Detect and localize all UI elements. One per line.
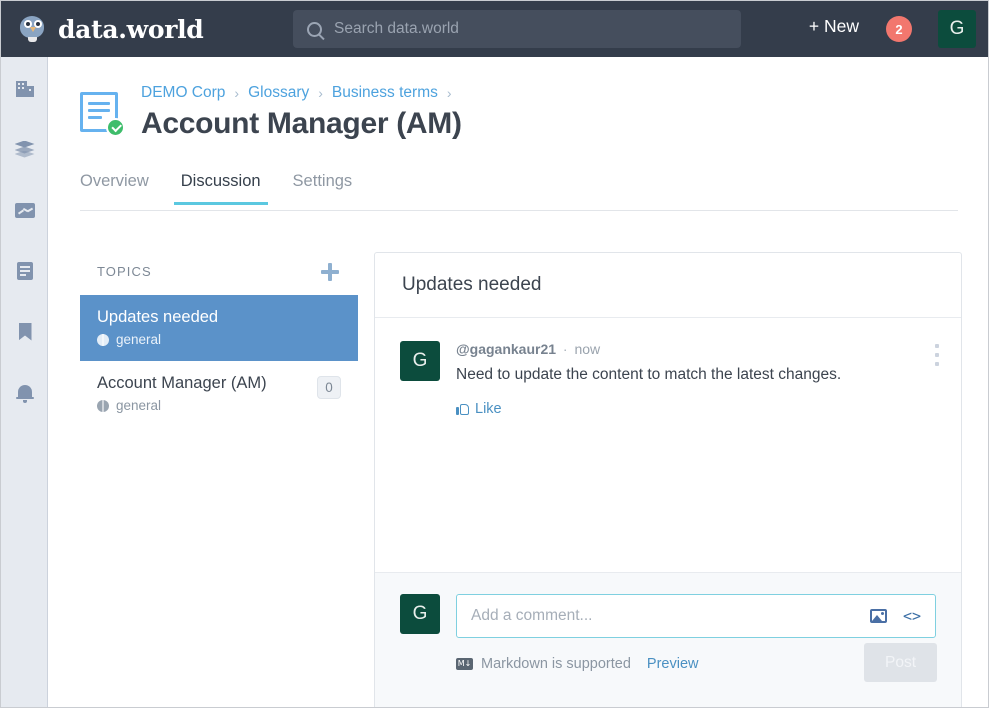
breadcrumb-item-2[interactable]: Business terms [332, 84, 438, 102]
discussion-panel: Updates needed G @gagankaur21 · now Need… [374, 252, 962, 707]
comment-meta: @gagankaur21 · now [456, 341, 943, 357]
plus-icon[interactable] [319, 261, 341, 283]
topics-panel: TOPICS Updates needed general Account Ma… [80, 248, 358, 427]
breadcrumb-item-0[interactable]: DEMO Corp [141, 84, 225, 102]
bell-icon [14, 382, 36, 404]
main-content: DEMO Corp › Glossary › Business terms › … [49, 57, 988, 707]
thumbs-up-icon [456, 403, 469, 415]
topics-title: TOPICS [97, 264, 152, 279]
chevron-right-icon: › [234, 85, 240, 101]
search-input[interactable] [334, 20, 714, 38]
kebab-menu-icon[interactable] [935, 344, 939, 371]
bookmark-icon [14, 321, 36, 343]
comment-meta-separator: · [562, 341, 568, 357]
app-window: data.world + New 2 G [0, 0, 989, 708]
notification-badge[interactable]: 2 [886, 16, 912, 42]
avatar: G [400, 594, 440, 634]
tab-overview[interactable]: Overview [80, 172, 149, 205]
like-label: Like [475, 401, 502, 417]
comment-item: G @gagankaur21 · now Need to update the … [400, 341, 943, 417]
topic-name: Account Manager (AM) [97, 374, 267, 392]
comment-input[interactable] [471, 607, 870, 625]
topic-scope: general [116, 332, 162, 347]
top-header-bar: data.world + New 2 G [1, 1, 988, 57]
topic-list-item[interactable]: Account Manager (AM) general 0 [80, 361, 358, 427]
breadcrumb-item-1[interactable]: Glossary [248, 84, 309, 102]
discussion-title: Updates needed [402, 274, 542, 295]
sidebar-item-notifications[interactable] [1, 362, 48, 423]
topic-name: Updates needed [97, 308, 219, 326]
new-button[interactable]: + New [809, 16, 859, 37]
globe-icon [97, 333, 109, 346]
building-icon [14, 77, 36, 99]
comment-input-wrapper[interactable]: <> [456, 594, 936, 638]
chevron-right-icon: › [318, 85, 323, 101]
image-icon[interactable] [869, 609, 887, 623]
markdown-icon: M↓ [456, 658, 473, 670]
avatar: G [400, 341, 440, 381]
breadcrumb: DEMO Corp › Glossary › Business terms › [141, 83, 462, 103]
comment-composer: G <> M↓ Markdown is supported Preview Po… [375, 572, 961, 707]
code-icon[interactable]: <> [903, 607, 921, 625]
sidebar-item-organizations[interactable] [1, 57, 48, 118]
sidebar-item-analytics[interactable] [1, 179, 48, 240]
sidebar-item-bookmarks[interactable] [1, 301, 48, 362]
sidebar-item-datasets[interactable] [1, 118, 48, 179]
comment-list: G @gagankaur21 · now Need to update the … [375, 318, 961, 572]
page-header: DEMO Corp › Glossary › Business terms › … [80, 83, 462, 141]
topics-header: TOPICS [80, 248, 358, 295]
left-nav-rail [1, 57, 48, 707]
like-button[interactable]: Like [456, 401, 502, 417]
brand-logo[interactable]: data.world [17, 14, 204, 44]
markdown-note: Markdown is supported [481, 656, 631, 672]
tab-settings[interactable]: Settings [293, 172, 353, 205]
chart-icon [14, 199, 36, 221]
topic-list-item[interactable]: Updates needed general [80, 295, 358, 361]
topic-comment-count: 0 [317, 376, 341, 399]
user-avatar[interactable]: G [938, 10, 976, 48]
globe-icon [97, 399, 109, 412]
post-button[interactable]: Post [864, 643, 937, 682]
comment-timestamp: now [574, 341, 601, 357]
layers-icon [14, 138, 36, 160]
tab-bar: Overview Discussion Settings [80, 172, 384, 205]
brand-name: data.world [58, 14, 204, 44]
document-icon [14, 260, 36, 282]
comment-author[interactable]: @gagankaur21 [456, 341, 556, 357]
owl-logo-icon [17, 14, 47, 44]
page-title: Account Manager (AM) [141, 107, 462, 140]
global-search[interactable] [293, 10, 741, 48]
glossary-term-verified-icon [80, 92, 125, 137]
tab-discussion[interactable]: Discussion [173, 172, 268, 205]
search-icon [307, 21, 322, 37]
sidebar-item-documents[interactable] [1, 240, 48, 301]
topic-scope: general [116, 398, 162, 413]
discussion-header: Updates needed [375, 253, 961, 318]
tab-divider [80, 210, 958, 211]
preview-link[interactable]: Preview [647, 656, 699, 672]
chevron-right-icon: › [446, 85, 452, 101]
comment-text: Need to update the content to match the … [456, 366, 842, 383]
